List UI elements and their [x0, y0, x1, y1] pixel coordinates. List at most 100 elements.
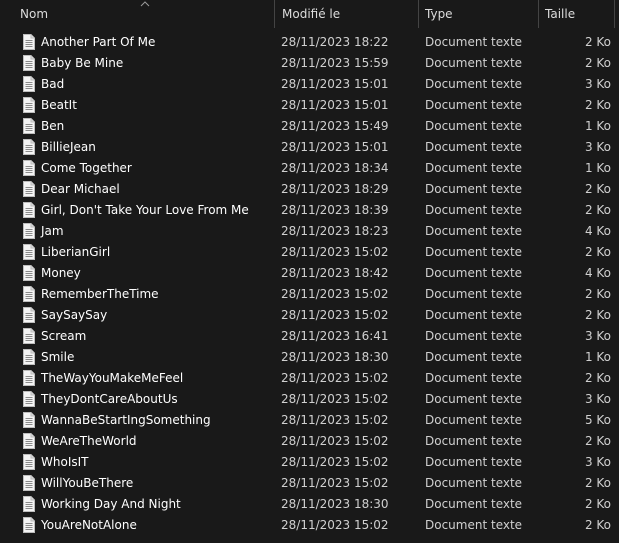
file-modified-date: 28/11/2023 18:30 [281, 350, 389, 364]
file-type: Document texte [425, 497, 523, 511]
file-name[interactable]: BeatIt [41, 95, 77, 116]
file-name[interactable]: LiberianGirl [41, 242, 110, 263]
file-modified-date: 28/11/2023 18:42 [281, 266, 389, 280]
file-name[interactable]: SaySaySay [41, 305, 107, 326]
file-row[interactable]: Scream 28/11/2023 16:41 Document texte 3 Ko [0, 326, 619, 347]
file-type: Document texte [425, 140, 523, 154]
file-modified-date: 28/11/2023 18:22 [281, 35, 389, 49]
file-row[interactable]: Ben 28/11/2023 15:49 Document texte 1 Ko [0, 116, 619, 137]
file-size: 1 Ko [584, 161, 611, 175]
file-name[interactable]: YouAreNotAlone [41, 515, 137, 536]
file-size: 2 Ko [584, 203, 611, 217]
file-size: 4 Ko [584, 224, 611, 238]
file-row[interactable]: WillYouBeThere 28/11/2023 15:02 Document t… [0, 473, 619, 494]
file-size: 1 Ko [584, 119, 611, 133]
file-name[interactable]: Scream [41, 326, 86, 347]
file-name[interactable]: Ben [41, 116, 64, 137]
file-row[interactable]: WannaBeStartIngSomething 28/11/2023 15:02… [0, 410, 619, 431]
file-row[interactable]: TheyDontCareAboutUs 28/11/2023 15:02 Docum… [0, 389, 619, 410]
file-size: 2 Ko [584, 476, 611, 490]
text-document-icon [23, 34, 35, 50]
file-type: Document texte [425, 476, 523, 490]
file-row[interactable]: Working Day And Night 28/11/2023 18:30 Doc… [0, 494, 619, 515]
file-row[interactable]: LiberianGirl 28/11/2023 15:02 Document tex… [0, 242, 619, 263]
file-row[interactable]: SaySaySay 28/11/2023 15:02 Document texte 2… [0, 305, 619, 326]
file-size: 5 Ko [584, 413, 611, 427]
file-name[interactable]: WillYouBeThere [41, 473, 133, 494]
file-row[interactable]: Come Together 28/11/2023 18:34 Document te… [0, 158, 619, 179]
text-document-icon [23, 328, 35, 344]
file-list: Another Part Of Me 28/11/2023 18:22 Docume… [0, 32, 619, 536]
file-row[interactable]: Girl, Don't Take Your Love From Me 28/11/… [0, 200, 619, 221]
file-type: Document texte [425, 119, 523, 133]
column-divider[interactable] [538, 0, 539, 28]
file-name[interactable]: Bad [41, 74, 64, 95]
file-type: Document texte [425, 455, 523, 469]
file-type: Document texte [425, 371, 523, 385]
file-type: Document texte [425, 266, 523, 280]
file-modified-date: 28/11/2023 15:59 [281, 56, 389, 70]
file-size: 2 Ko [584, 518, 611, 532]
file-type: Document texte [425, 434, 523, 448]
file-row[interactable]: YouAreNotAlone 28/11/2023 15:02 Document t… [0, 515, 619, 536]
file-row[interactable]: Money 28/11/2023 18:42 Document texte 4 Ko [0, 263, 619, 284]
file-name[interactable]: Money [41, 263, 81, 284]
file-row[interactable]: Baby Be Mine 28/11/2023 15:59 Document tex… [0, 53, 619, 74]
file-row[interactable]: RememberTheTime 28/11/2023 15:02 Document … [0, 284, 619, 305]
file-modified-date: 28/11/2023 16:41 [281, 329, 389, 343]
file-name[interactable]: WhoIsIT [41, 452, 88, 473]
file-row[interactable]: TheWayYouMakeMeFeel 28/11/2023 15:02 Docum… [0, 368, 619, 389]
file-row[interactable]: BillieJean 28/11/2023 15:01 Document texte… [0, 137, 619, 158]
file-type: Document texte [425, 350, 523, 364]
file-row[interactable]: Another Part Of Me 28/11/2023 18:22 Docume… [0, 32, 619, 53]
file-size: 2 Ko [584, 56, 611, 70]
file-row[interactable]: Jam 28/11/2023 18:23 Document texte 4 Ko [0, 221, 619, 242]
file-name[interactable]: Another Part Of Me [41, 32, 155, 53]
file-name[interactable]: Girl, Don't Take Your Love From Me [41, 200, 249, 221]
column-header-modified[interactable]: Modifié le [282, 0, 340, 28]
file-name[interactable]: Dear Michael [41, 179, 120, 200]
file-name[interactable]: Working Day And Night [41, 494, 181, 515]
file-modified-date: 28/11/2023 15:02 [281, 434, 389, 448]
file-size: 3 Ko [584, 329, 611, 343]
column-divider[interactable] [274, 0, 275, 28]
file-name[interactable]: TheWayYouMakeMeFeel [41, 368, 183, 389]
file-name[interactable]: BillieJean [41, 137, 96, 158]
file-name[interactable]: Jam [41, 221, 64, 242]
file-type: Document texte [425, 35, 523, 49]
file-modified-date: 28/11/2023 15:02 [281, 413, 389, 427]
file-row[interactable]: Dear Michael 28/11/2023 18:29 Document tex… [0, 179, 619, 200]
file-type: Document texte [425, 308, 523, 322]
file-type: Document texte [425, 329, 523, 343]
column-header-type[interactable]: Type [425, 0, 453, 28]
text-document-icon [23, 202, 35, 218]
text-document-icon [23, 97, 35, 113]
column-divider[interactable] [418, 0, 419, 28]
column-header-name[interactable]: Nom [20, 0, 48, 28]
file-modified-date: 28/11/2023 15:49 [281, 119, 389, 133]
file-size: 2 Ko [584, 182, 611, 196]
file-name[interactable]: Come Together [41, 158, 132, 179]
file-row[interactable]: Smile 28/11/2023 18:30 Document texte 1 Ko [0, 347, 619, 368]
file-name[interactable]: Baby Be Mine [41, 53, 123, 74]
text-document-icon [23, 475, 35, 491]
text-document-icon [23, 286, 35, 302]
text-document-icon [23, 454, 35, 470]
file-name[interactable]: RememberTheTime [41, 284, 159, 305]
file-name[interactable]: Smile [41, 347, 74, 368]
column-header-size[interactable]: Taille [545, 0, 575, 28]
file-modified-date: 28/11/2023 15:02 [281, 308, 389, 322]
text-document-icon [23, 265, 35, 281]
text-document-icon [23, 517, 35, 533]
file-row[interactable]: WeAreTheWorld 28/11/2023 15:02 Document te… [0, 431, 619, 452]
text-document-icon [23, 307, 35, 323]
file-name[interactable]: WeAreTheWorld [41, 431, 137, 452]
file-size: 2 Ko [584, 245, 611, 259]
column-divider[interactable] [614, 0, 615, 28]
file-row[interactable]: Bad 28/11/2023 15:01 Document texte 3 Ko [0, 74, 619, 95]
file-row[interactable]: WhoIsIT 28/11/2023 15:02 Document texte 3 K… [0, 452, 619, 473]
file-name[interactable]: WannaBeStartIngSomething [41, 410, 211, 431]
column-header-bar: Nom Modifié le Type Taille [0, 0, 619, 28]
file-name[interactable]: TheyDontCareAboutUs [41, 389, 178, 410]
file-row[interactable]: BeatIt 28/11/2023 15:01 Document texte 2 Ko [0, 95, 619, 116]
